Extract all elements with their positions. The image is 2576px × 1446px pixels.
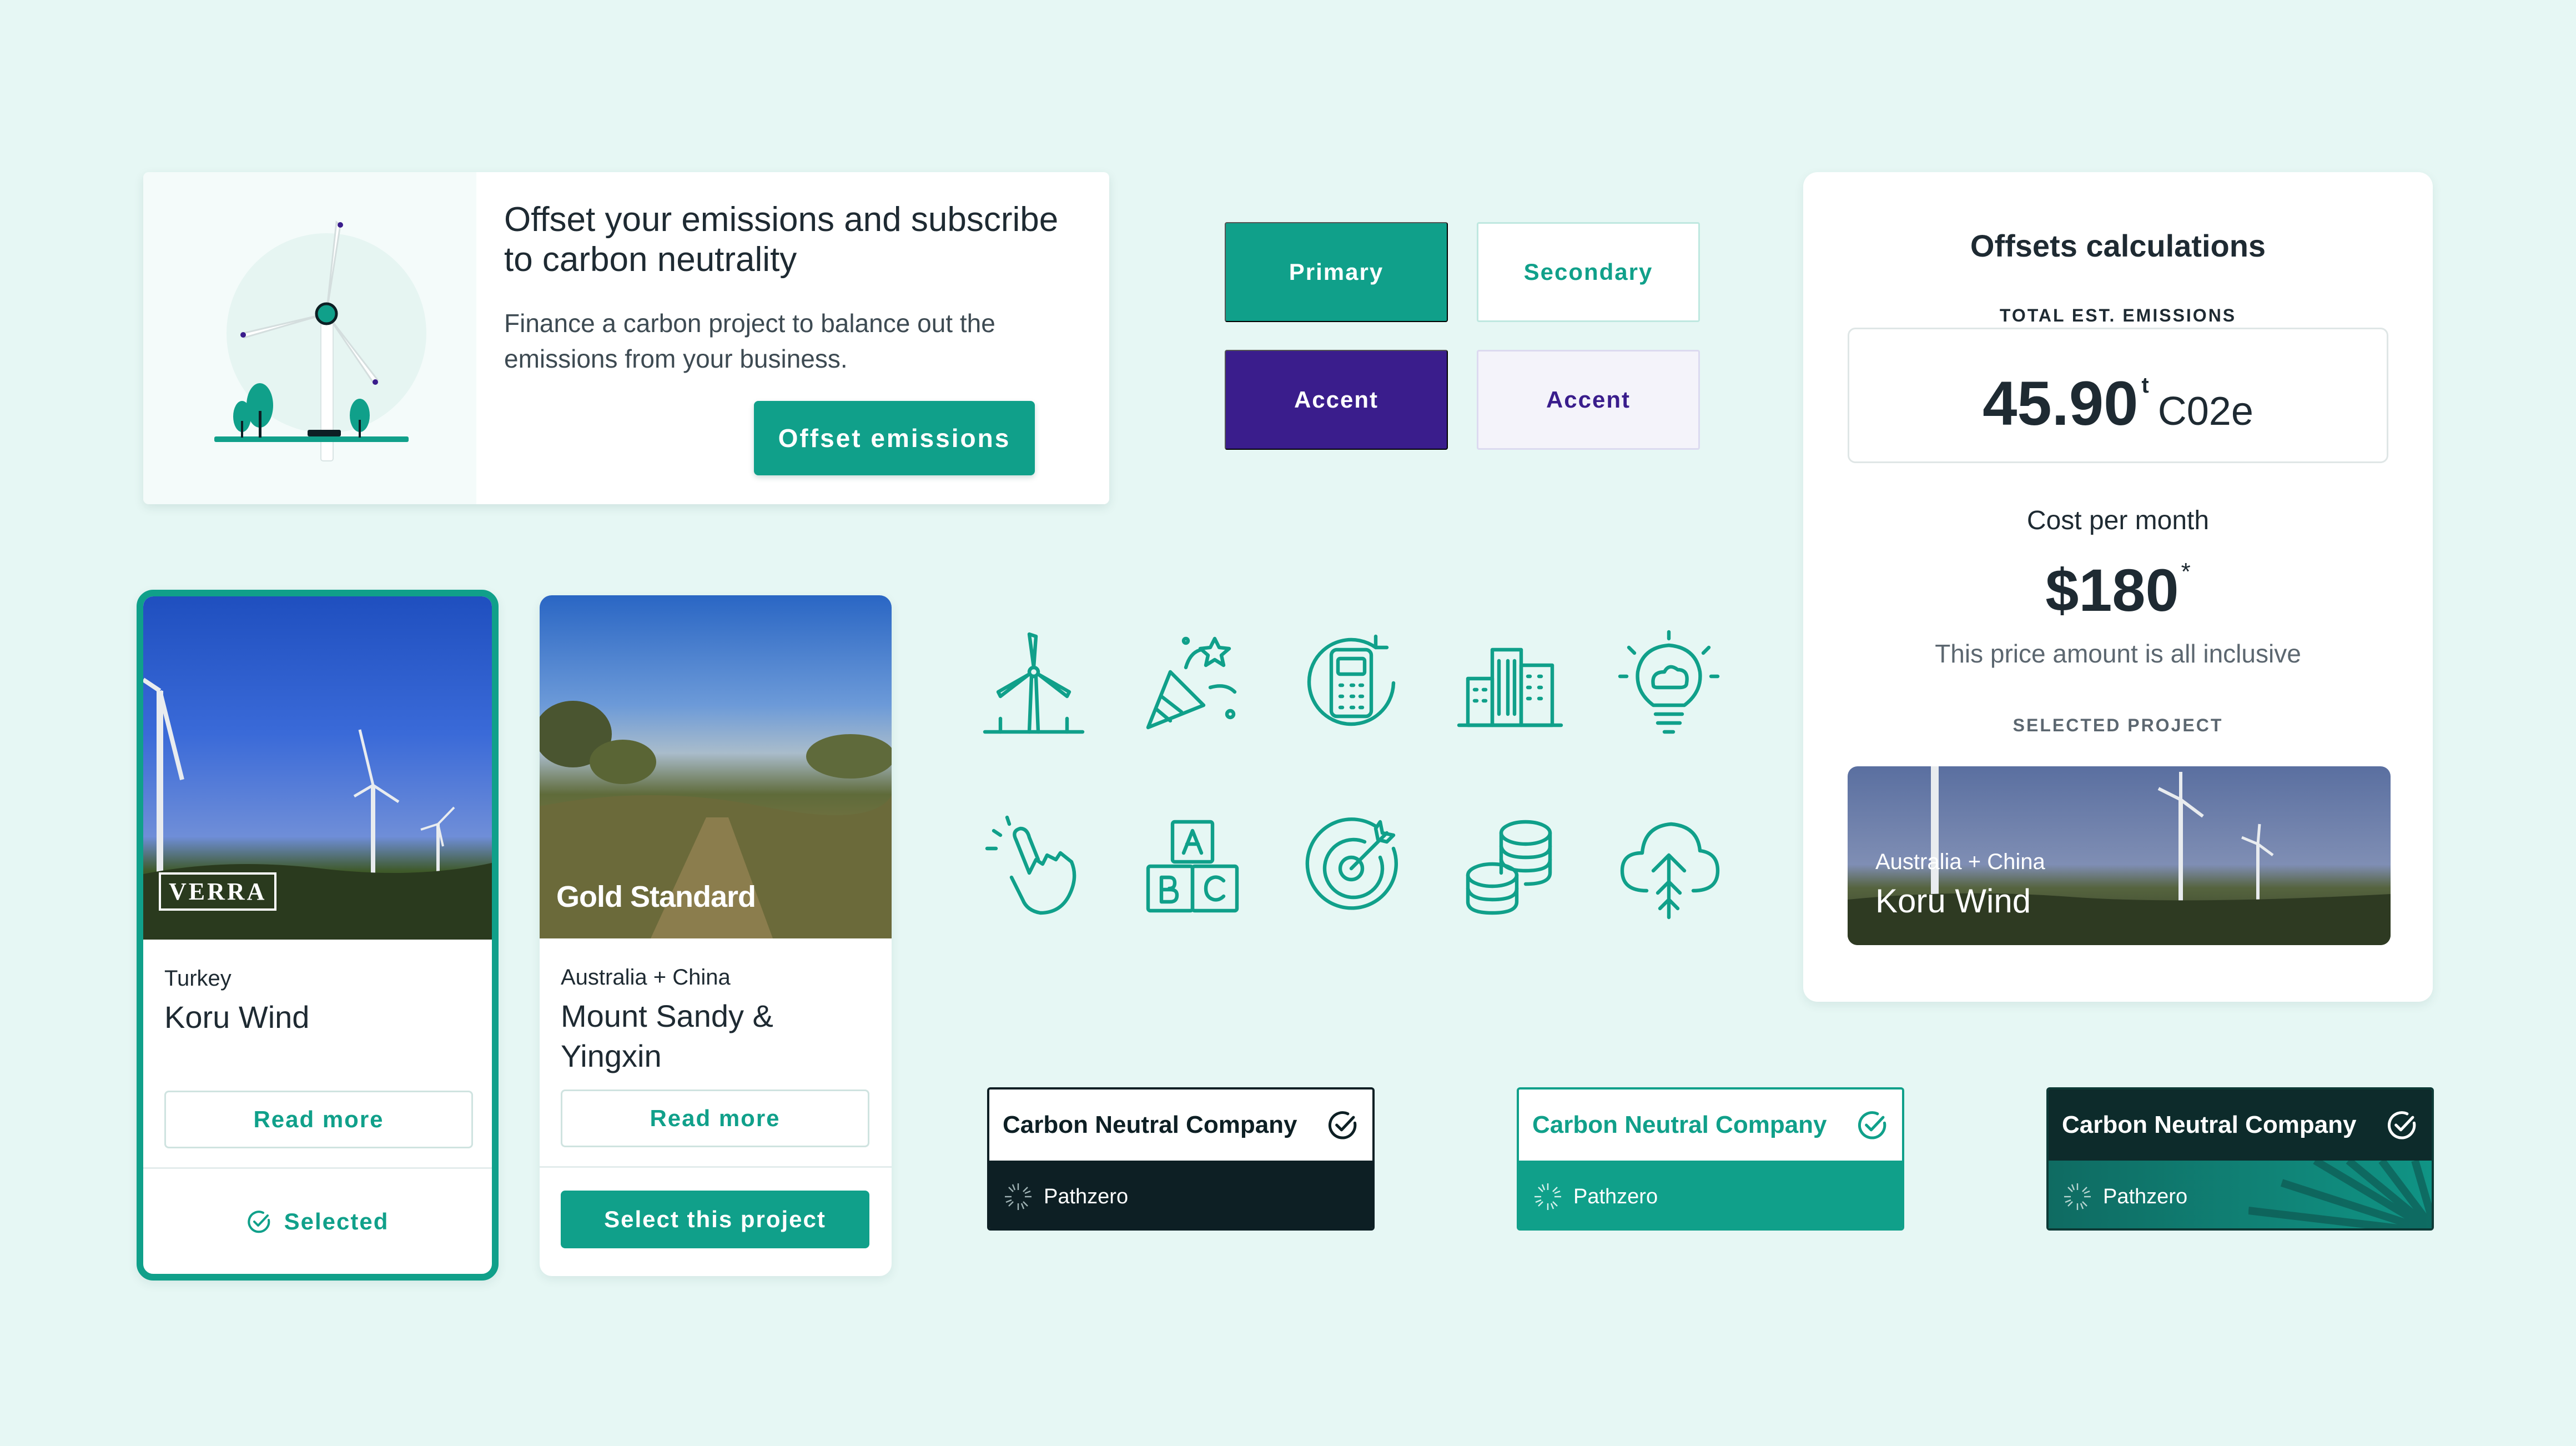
celebration-icon: [1137, 627, 1248, 739]
coins-stack-icon: [1455, 811, 1566, 922]
wind-turbine-icon: [978, 627, 1089, 739]
offset-emissions-button[interactable]: Offset emissions: [754, 401, 1035, 475]
badge-title: Carbon Neutral Company: [2062, 1111, 2357, 1138]
secondary-button[interactable]: Secondary: [1477, 222, 1700, 322]
offsets-calculations-card: Offsets calculations TOTAL EST. EMISSION…: [1803, 172, 2433, 1002]
primary-button[interactable]: Primary: [1225, 222, 1448, 322]
cloud-upload-tree-icon: [1613, 811, 1724, 922]
selected-project-name: Koru Wind: [1875, 882, 2031, 920]
cost-per-month-value: $180*: [1803, 555, 2433, 625]
gold-standard-badge: Gold Standard: [556, 880, 756, 914]
cost-note: This price amount is all inclusive: [1935, 639, 2301, 668]
project-location: Turkey: [164, 966, 232, 991]
project-card-koru-wind[interactable]: VERRA Turkey Koru Wind Read more Selecte…: [137, 590, 499, 1281]
badge-brand: Pathzero: [1573, 1184, 1658, 1208]
selected-status[interactable]: Selected: [143, 1193, 492, 1251]
check-circle-icon: [1858, 1111, 1886, 1139]
selected-project-location: Australia + China: [1875, 850, 2045, 874]
cost-per-month-label: Cost per month: [2026, 506, 2210, 535]
project-location: Australia + China: [561, 965, 731, 990]
check-circle-icon: [2387, 1111, 2416, 1139]
offset-hero-card: Offset your emissions and subscribe to c…: [143, 172, 1109, 504]
total-emissions-value: 45.90 t C02e: [1803, 368, 2433, 439]
divider: [143, 1167, 492, 1169]
abc-blocks-icon: [1137, 811, 1248, 922]
target-icon: [1296, 811, 1407, 922]
emissions-unit: C02e: [2157, 389, 2253, 434]
calculator-cycle-icon: [1296, 627, 1407, 739]
project-name: Mount Sandy & Yingxin: [561, 998, 773, 1073]
project-card-mount-sandy[interactable]: Gold Standard Australia + China Mount Sa…: [540, 595, 892, 1276]
pathzero-logo-icon: [2064, 1183, 2091, 1210]
pathzero-logo-icon: [1005, 1183, 1032, 1210]
wind-turbine-illustration: [143, 172, 476, 504]
sunburst-pattern: [2248, 1161, 2432, 1228]
accent-light-button[interactable]: Accent: [1477, 350, 1700, 450]
badge-brand: Pathzero: [1044, 1184, 1129, 1208]
divider: [540, 1166, 892, 1168]
select-this-project-button[interactable]: Select this project: [561, 1191, 869, 1248]
pathzero-logo-icon: [1534, 1183, 1561, 1210]
accent-button[interactable]: Accent: [1225, 350, 1448, 450]
selected-project-label: SELECTED PROJECT: [2012, 715, 2223, 735]
cost-number: $180: [2045, 556, 2179, 624]
hero-description: Finance a carbon project to balance out …: [504, 309, 995, 373]
check-circle-icon: [1328, 1111, 1357, 1139]
lightbulb-cloud-icon: [1613, 627, 1724, 739]
check-circle-icon: [247, 1211, 270, 1233]
total-emissions-label: TOTAL EST. EMISSIONS: [1983, 305, 2253, 325]
carbon-neutral-badge-dark: Carbon Neutral Company Pathzero: [987, 1087, 1375, 1231]
verra-badge: VERRA: [159, 872, 277, 911]
selected-project-thumbnail[interactable]: Australia + China Koru Wind: [1848, 766, 2391, 945]
hand-tap-icon: [978, 811, 1089, 922]
calculations-title: Offsets calculations: [1970, 228, 2266, 263]
read-more-button[interactable]: Read more: [164, 1091, 473, 1148]
emissions-unit-superscript: t: [2141, 373, 2149, 398]
badge-title: Carbon Neutral Company: [1532, 1111, 1827, 1138]
hero-title: Offset your emissions and subscribe to c…: [504, 200, 1059, 279]
cost-asterisk: *: [2181, 558, 2191, 585]
badge-brand: Pathzero: [2103, 1184, 2188, 1208]
emissions-number: 45.90: [1983, 369, 2139, 438]
buildings-icon: [1455, 627, 1566, 739]
read-more-button[interactable]: Read more: [561, 1089, 869, 1147]
badge-title: Carbon Neutral Company: [1003, 1111, 1297, 1138]
verra-logo: VERRA: [159, 872, 277, 911]
gold-standard-logo: Gold Standard: [556, 880, 756, 913]
carbon-neutral-badge-teal: Carbon Neutral Company Pathzero: [1517, 1087, 1904, 1231]
selected-label: Selected: [284, 1208, 389, 1234]
project-name: Koru Wind: [164, 1000, 310, 1035]
carbon-neutral-badge-gradient: Carbon Neutral Company Pathzero: [2046, 1087, 2434, 1231]
